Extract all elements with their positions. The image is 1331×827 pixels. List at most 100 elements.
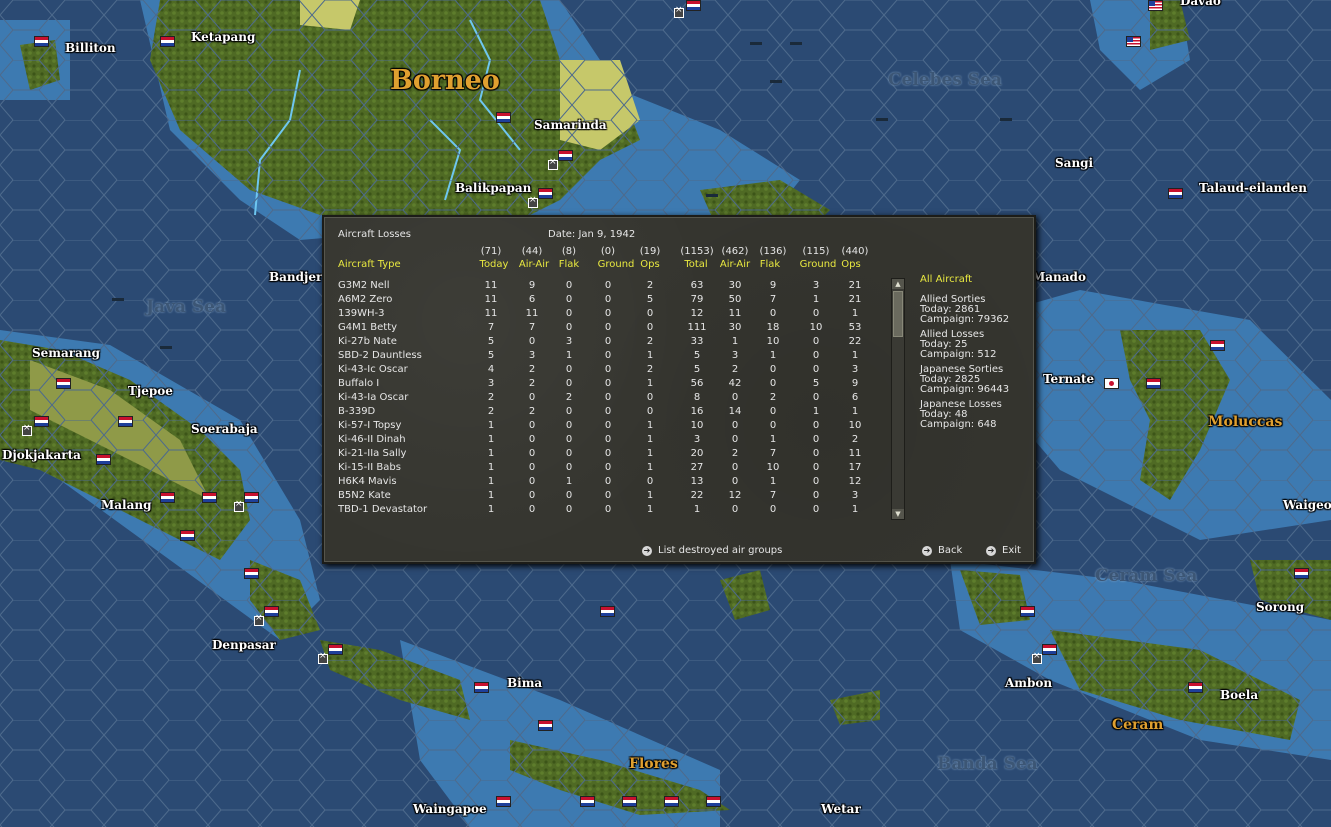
- airbase-icon[interactable]: [22, 423, 32, 436]
- header-today[interactable]: Today: [476, 259, 512, 270]
- exit-button[interactable]: ➔ Exit: [986, 545, 1021, 556]
- table-row[interactable]: G4M1 Betty 7 7 0 0 0 111 30 18 10 53: [338, 321, 878, 335]
- table-row[interactable]: Ki-43-Ic Oscar 4 2 0 0 2 5 2 0 0 3: [338, 363, 878, 377]
- dutch-flag-icon[interactable]: [264, 606, 279, 617]
- scroll-up-arrow-icon[interactable]: ▲: [892, 279, 904, 289]
- table-row[interactable]: Buffalo I 3 2 0 0 1 56 42 0 5 9: [338, 377, 878, 391]
- naval-unit-icon[interactable]: [160, 346, 172, 349]
- map-label: Boela: [1220, 688, 1259, 702]
- dutch-flag-icon[interactable]: [474, 682, 489, 693]
- loss-count-cell: 1: [646, 448, 654, 459]
- dutch-flag-icon[interactable]: [1294, 568, 1309, 579]
- airbase-icon[interactable]: [1032, 651, 1042, 664]
- airbase-icon[interactable]: [254, 613, 264, 626]
- naval-unit-icon[interactable]: [706, 194, 718, 197]
- airbase-icon[interactable]: [318, 651, 328, 664]
- dutch-flag-icon[interactable]: [244, 492, 259, 503]
- dutch-flag-icon[interactable]: [1146, 378, 1161, 389]
- dutch-flag-icon[interactable]: [244, 568, 259, 579]
- list-destroyed-air-groups-button[interactable]: ➔ List destroyed air groups: [642, 545, 782, 556]
- scroll-thumb[interactable]: [893, 291, 903, 337]
- table-row[interactable]: Ki-57-I Topsy 1 0 0 0 1 10 0 0 0 10: [338, 419, 878, 433]
- loss-count-cell: 30: [728, 280, 742, 291]
- dutch-flag-icon[interactable]: [34, 416, 49, 427]
- table-row[interactable]: H6K4 Mavis 1 0 1 0 0 13 0 1 0 12: [338, 475, 878, 489]
- header-air-air[interactable]: Air-Air: [516, 259, 552, 270]
- arrow-right-icon: ➔: [986, 545, 996, 556]
- airbase-icon[interactable]: [674, 5, 684, 18]
- dutch-flag-icon[interactable]: [1210, 340, 1225, 351]
- header-ground[interactable]: Ground: [596, 259, 636, 270]
- dutch-flag-icon[interactable]: [558, 150, 573, 161]
- dutch-flag-icon[interactable]: [538, 188, 553, 199]
- loss-count-cell: 1: [851, 350, 859, 361]
- dutch-flag-icon[interactable]: [160, 36, 175, 47]
- loss-count-cell: 0: [565, 434, 573, 445]
- dutch-flag-icon[interactable]: [160, 492, 175, 503]
- header-flak[interactable]: Flak: [552, 259, 586, 270]
- dutch-flag-icon[interactable]: [686, 0, 701, 11]
- header-campaign-ops[interactable]: Ops: [836, 259, 866, 270]
- header-ops[interactable]: Ops: [635, 259, 665, 270]
- dutch-flag-icon[interactable]: [328, 644, 343, 655]
- table-row[interactable]: 139WH-3 11 11 0 0 0 12 11 0 0 1: [338, 307, 878, 321]
- table-row[interactable]: A6M2 Zero 11 6 0 0 5 79 50 7 1 21: [338, 293, 878, 307]
- dutch-flag-icon[interactable]: [1188, 682, 1203, 693]
- us-flag-icon[interactable]: [1148, 0, 1163, 11]
- table-row[interactable]: G3M2 Nell 11 9 0 0 2 63 30 9 3 21: [338, 279, 878, 293]
- table-row[interactable]: Ki-15-II Babs 1 0 0 0 1 27 0 10 0 17: [338, 461, 878, 475]
- table-row[interactable]: TBD-1 Devastator 1 0 0 0 1 1 0 0 0 1: [338, 503, 878, 517]
- naval-unit-icon[interactable]: [112, 298, 124, 301]
- dutch-flag-icon[interactable]: [496, 796, 511, 807]
- loss-count-cell: 2: [528, 406, 536, 417]
- loss-count-cell: 10: [766, 462, 780, 473]
- dutch-flag-icon[interactable]: [664, 796, 679, 807]
- dutch-flag-icon[interactable]: [1168, 188, 1183, 199]
- map-label: Bima: [507, 676, 543, 690]
- dutch-flag-icon[interactable]: [202, 492, 217, 503]
- table-row[interactable]: Ki-43-Ia Oscar 2 0 2 0 0 8 0 2 0 6: [338, 391, 878, 405]
- naval-unit-icon[interactable]: [750, 42, 762, 45]
- table-row[interactable]: SBD-2 Dauntless 5 3 1 0 1 5 3 1 0 1: [338, 349, 878, 363]
- airbase-icon[interactable]: [548, 157, 558, 170]
- table-row[interactable]: B5N2 Kate 1 0 0 0 1 22 12 7 0 3: [338, 489, 878, 503]
- airbase-icon[interactable]: [234, 499, 244, 512]
- dutch-flag-icon[interactable]: [96, 454, 111, 465]
- dutch-flag-icon[interactable]: [706, 796, 721, 807]
- map-label: Ambon: [1005, 676, 1053, 690]
- header-campaign-air-air[interactable]: Air-Air: [717, 259, 753, 270]
- scroll-down-arrow-icon[interactable]: ▼: [892, 509, 904, 519]
- back-button[interactable]: ➔ Back: [922, 545, 962, 556]
- loss-count-cell: 2: [851, 434, 859, 445]
- dutch-flag-icon[interactable]: [538, 720, 553, 731]
- table-row[interactable]: Ki-27b Nate 5 0 3 0 2 33 1 10 0 22: [338, 335, 878, 349]
- dutch-flag-icon[interactable]: [580, 796, 595, 807]
- naval-unit-icon[interactable]: [876, 118, 888, 121]
- dutch-flag-icon[interactable]: [56, 378, 71, 389]
- naval-unit-icon[interactable]: [790, 42, 802, 45]
- naval-unit-icon[interactable]: [1000, 118, 1012, 121]
- dutch-flag-icon[interactable]: [496, 112, 511, 123]
- header-aircraft-type[interactable]: Aircraft Type: [338, 259, 401, 270]
- airbase-icon[interactable]: [528, 195, 538, 208]
- losses-scrollbar[interactable]: ▲ ▼: [891, 278, 905, 520]
- japanese-flag-icon[interactable]: [1104, 378, 1119, 389]
- table-row[interactable]: B-339D 2 2 0 0 0 16 14 0 1 1: [338, 405, 878, 419]
- header-campaign-ground[interactable]: Ground: [798, 259, 838, 270]
- header-campaign-flak[interactable]: Flak: [753, 259, 787, 270]
- dutch-flag-icon[interactable]: [118, 416, 133, 427]
- dutch-flag-icon[interactable]: [600, 606, 615, 617]
- dutch-flag-icon[interactable]: [180, 530, 195, 541]
- loss-count-cell: 0: [565, 294, 573, 305]
- naval-unit-icon[interactable]: [770, 80, 782, 83]
- table-row[interactable]: Ki-46-II Dinah 1 0 0 0 1 3 0 1 0 2: [338, 433, 878, 447]
- us-flag-icon[interactable]: [1126, 36, 1141, 47]
- loss-count-cell: 0: [769, 504, 777, 515]
- header-total[interactable]: Total: [676, 259, 716, 270]
- table-row[interactable]: Ki-21-IIa Sally 1 0 0 0 1 20 2 7 0 11: [338, 447, 878, 461]
- aircraft-type-cell: TBD-1 Devastator: [338, 504, 428, 515]
- dutch-flag-icon[interactable]: [34, 36, 49, 47]
- dutch-flag-icon[interactable]: [622, 796, 637, 807]
- dutch-flag-icon[interactable]: [1042, 644, 1057, 655]
- dutch-flag-icon[interactable]: [1020, 606, 1035, 617]
